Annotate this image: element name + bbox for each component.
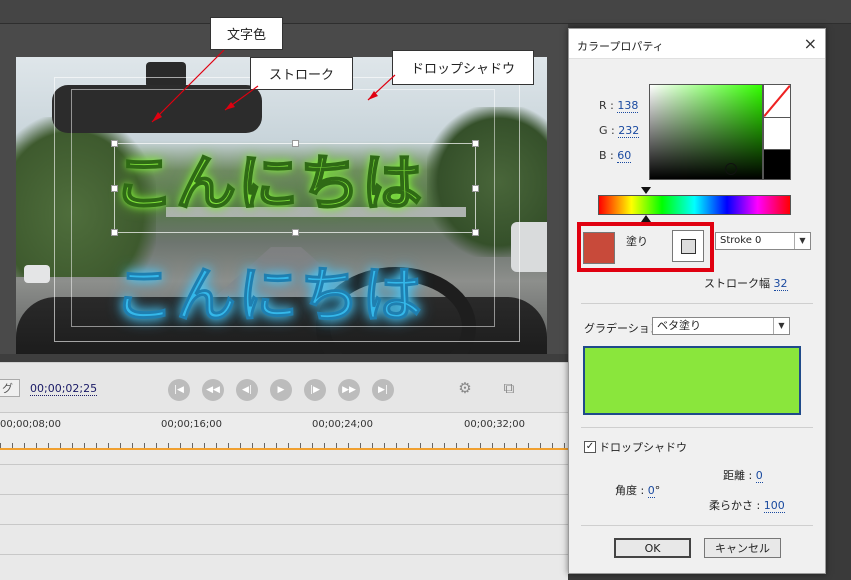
drop-shadow-checkbox[interactable]: ✓ — [584, 441, 596, 453]
hue-slider[interactable] — [598, 195, 791, 215]
r-row: R : 138 — [599, 99, 639, 113]
step-back-icon[interactable]: ◀◀ — [202, 379, 224, 401]
stroke-width-value[interactable]: 32 — [773, 277, 788, 291]
distance-value[interactable]: 0 — [755, 469, 763, 483]
distance-label: 距離 : — [723, 469, 756, 482]
color-properties-dialog: カラープロパティ × R : 138 G : 232 B : 60 塗り Str… — [568, 28, 826, 574]
resize-handle[interactable] — [472, 185, 479, 192]
export-frame-icon[interactable]: ⧉ — [498, 377, 520, 399]
divider — [581, 303, 813, 304]
divider — [581, 427, 813, 428]
frame-back-icon[interactable]: ◀| — [236, 379, 258, 401]
g-label: G : — [599, 124, 619, 137]
r-label: R : — [599, 99, 618, 112]
app-top-bar — [0, 0, 851, 24]
timeline-ruler[interactable]: 00;00;08;00 00;00;16;00 00;00;24;00 00;0… — [0, 412, 568, 450]
white-swatch[interactable] — [764, 117, 790, 149]
chevron-down-icon[interactable]: ▼ — [794, 233, 810, 249]
gradient-preview[interactable] — [583, 346, 801, 415]
stroke-width-label: ストローク幅 — [704, 277, 770, 290]
resize-handle[interactable] — [472, 229, 479, 236]
scenery-car-left — [24, 265, 50, 283]
left-tab[interactable]: グ — [0, 379, 20, 397]
softness-value[interactable]: 100 — [763, 499, 785, 513]
resize-handle[interactable] — [472, 140, 479, 147]
drop-shadow-row[interactable]: ✓ ドロップシャドウ — [584, 439, 687, 455]
divider — [581, 525, 813, 526]
chevron-down-icon[interactable]: ▼ — [773, 318, 789, 334]
play-icon[interactable]: ▶ — [270, 379, 292, 401]
cancel-button[interactable]: キャンセル — [704, 538, 781, 558]
g-row: G : 232 — [599, 124, 640, 138]
step-forward-icon[interactable]: ▶▶ — [338, 379, 360, 401]
ok-button[interactable]: OK — [614, 538, 691, 558]
safe-margin-icon[interactable]: ⚙ — [454, 377, 476, 399]
distance-row: 距離 : 0 — [723, 467, 763, 483]
go-to-start-icon[interactable]: |◀ — [168, 379, 190, 401]
angle-label: 角度 : — [615, 484, 648, 497]
hue-marker-top-icon[interactable] — [641, 187, 651, 194]
b-label: B : — [599, 149, 618, 162]
b-row: B : 60 — [599, 149, 632, 163]
video-preview[interactable]: こんにちは こんにちは — [16, 57, 547, 356]
current-timecode[interactable]: 00;00;02;25 — [30, 382, 98, 396]
black-swatch[interactable] — [764, 149, 790, 179]
stroke-select-value: Stroke 0 — [720, 235, 762, 246]
track-divider — [0, 554, 568, 555]
track-divider — [0, 524, 568, 525]
r-value[interactable]: 138 — [617, 99, 639, 113]
drop-shadow-label: ドロップシャドウ — [599, 441, 687, 454]
dialog-title: カラープロパティ — [577, 40, 664, 53]
stroke-color-button[interactable] — [672, 230, 704, 262]
callout-stroke: ストローク — [250, 57, 353, 90]
title-text-blue[interactable]: こんにちは — [114, 247, 424, 334]
stroke-square-icon — [681, 239, 696, 254]
fill-color-swatch[interactable] — [583, 232, 615, 264]
color-picker-field[interactable] — [649, 84, 763, 180]
angle-value[interactable]: 0 — [647, 484, 655, 498]
resize-handle[interactable] — [111, 185, 118, 192]
stroke-width-row: ストローク幅 32 — [704, 275, 788, 291]
resize-handle[interactable] — [292, 229, 299, 236]
swatch-column — [763, 84, 791, 180]
ruler-label: 00;00;16;00 — [161, 419, 223, 430]
no-color-swatch[interactable] — [764, 85, 790, 117]
softness-label: 柔らかさ : — [709, 499, 764, 512]
ruler-label: 00;00;08;00 — [0, 419, 62, 430]
picker-cursor[interactable] — [725, 163, 737, 175]
track-divider — [0, 494, 568, 495]
dialog-title-bar[interactable]: カラープロパティ × — [569, 29, 825, 59]
gradient-select[interactable]: ベタ塗り ▼ — [652, 317, 790, 335]
softness-row: 柔らかさ : 100 — [709, 497, 785, 513]
resize-handle[interactable] — [111, 140, 118, 147]
angle-unit: ° — [654, 484, 661, 497]
go-to-end-icon[interactable]: ▶| — [372, 379, 394, 401]
track-divider — [0, 464, 568, 465]
angle-row: 角度 : 0° — [615, 482, 660, 498]
resize-handle[interactable] — [111, 229, 118, 236]
fill-label: 塗り — [626, 235, 648, 248]
callout-text-color: 文字色 — [210, 17, 283, 50]
stroke-select[interactable]: Stroke 0 ▼ — [715, 232, 811, 250]
resize-handle[interactable] — [292, 140, 299, 147]
frame-forward-icon[interactable]: |▶ — [304, 379, 326, 401]
panel-splitter[interactable] — [0, 354, 568, 362]
timeline-tracks[interactable] — [0, 450, 568, 580]
callout-drop-shadow: ドロップシャドウ — [392, 50, 534, 85]
ruler-label: 00;00;24;00 — [312, 419, 374, 430]
hue-marker-bottom-icon[interactable] — [641, 215, 651, 222]
ruler-label: 00;00;32;00 — [464, 419, 526, 430]
g-value[interactable]: 232 — [618, 124, 640, 138]
transport-bar: グ 00;00;02;25 |◀ ◀◀ ◀| ▶ |▶ ▶▶ ▶| ⚙ ⧉ — [0, 362, 568, 412]
gradient-label: グラデーション — [584, 322, 661, 335]
b-value[interactable]: 60 — [617, 149, 632, 163]
gradient-select-value: ベタ塗り — [657, 319, 701, 332]
text-selection-box[interactable] — [111, 140, 479, 236]
close-icon[interactable]: × — [804, 34, 817, 53]
